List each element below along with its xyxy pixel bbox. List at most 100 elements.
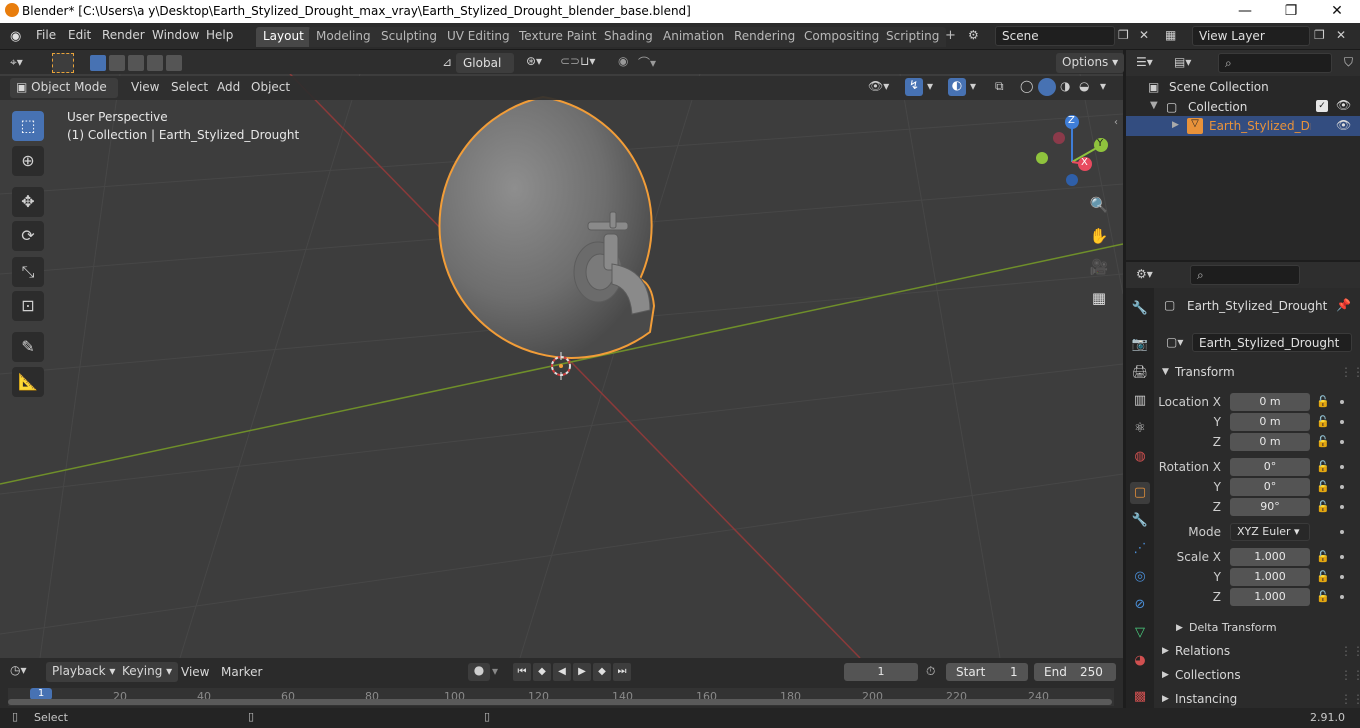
menu-window[interactable]: Window <box>152 28 199 42</box>
gizmo-z-label[interactable]: Z <box>1068 115 1075 126</box>
timeline-editor-type-icon[interactable]: ◷▾ <box>10 663 27 677</box>
cursor-tool[interactable]: ⊕ <box>12 146 44 176</box>
timeline-marker-menu[interactable]: Marker <box>221 665 262 679</box>
sidebar-toggle-icon[interactable]: ‹ <box>1114 117 1118 128</box>
outliner-editor-type-icon[interactable]: ☰▾ <box>1136 55 1153 69</box>
menu-render[interactable]: Render <box>102 28 145 42</box>
auto-keying-dropdown-icon[interactable]: ▾ <box>492 664 498 678</box>
outliner-collection[interactable]: Collection <box>1188 100 1247 114</box>
material-tab-icon[interactable]: ◕ <box>1130 650 1150 672</box>
properties-search-input[interactable]: ⌕ <box>1190 265 1300 285</box>
start-frame-field[interactable]: Start 1 <box>946 663 1028 681</box>
collection-checkbox-icon[interactable]: ✓ <box>1316 100 1328 112</box>
instancing-title[interactable]: Instancing <box>1175 692 1237 706</box>
snap-target-icon[interactable]: ⊔▾ <box>580 54 595 68</box>
xray-icon[interactable]: ⧉ <box>995 79 1004 94</box>
gizmo-y-label[interactable]: Y <box>1097 138 1103 149</box>
select-mode-invert-icon[interactable] <box>147 55 163 71</box>
camera-view-icon[interactable]: 🎥 <box>1086 254 1112 280</box>
minimize-button[interactable]: — <box>1222 0 1268 23</box>
proportional-edit-icon[interactable]: ◉ <box>618 54 628 68</box>
texture-tab-icon[interactable]: ▩ <box>1130 686 1150 708</box>
orientation-dropdown[interactable]: Global <box>456 53 514 73</box>
tab-sculpting[interactable]: Sculpting <box>374 27 445 47</box>
scale-y-keyframe-icon[interactable] <box>1340 575 1344 579</box>
scene-field[interactable]: Scene <box>995 26 1115 46</box>
menu-object[interactable]: Object <box>251 80 290 94</box>
instancing-expand-icon[interactable]: ▶ <box>1162 694 1169 704</box>
transform-panel-title[interactable]: Transform <box>1175 365 1235 379</box>
rotation-x-field[interactable]: 0° <box>1230 458 1310 476</box>
maximize-button[interactable]: ❐ <box>1268 0 1314 23</box>
select-mode-intersect-icon[interactable] <box>166 55 182 71</box>
rotation-x-lock-icon[interactable]: 🔓 <box>1316 460 1330 473</box>
preview-range-icon[interactable]: ⏱ <box>926 664 935 679</box>
timeline-view-menu[interactable]: View <box>181 665 209 679</box>
menu-view[interactable]: View <box>131 80 159 94</box>
scale-z-lock-icon[interactable]: 🔓 <box>1316 590 1330 603</box>
object-expand-icon[interactable]: ▶ <box>1172 120 1179 130</box>
ortho-grid-icon[interactable]: ▦ <box>1086 285 1112 311</box>
tab-animation[interactable]: Animation <box>656 27 732 47</box>
select-tool-icon[interactable] <box>52 53 74 73</box>
shading-solid-icon[interactable] <box>1038 78 1056 96</box>
location-z-lock-icon[interactable]: 🔓 <box>1316 435 1330 448</box>
scene-new-icon[interactable]: ❐ <box>1118 28 1129 42</box>
scale-z-field[interactable]: 1.000 <box>1230 588 1310 606</box>
object-visibility-icon[interactable]: 👁 <box>1336 118 1351 132</box>
jump-start-icon[interactable]: ⏮ <box>513 663 531 681</box>
gizmo-x-label[interactable]: X <box>1081 157 1088 168</box>
falloff-icon[interactable]: ⌒▾ <box>638 54 656 71</box>
rotation-z-keyframe-icon[interactable] <box>1340 505 1344 509</box>
location-y-keyframe-icon[interactable] <box>1340 420 1344 424</box>
outliner-search-input[interactable]: ⌕ <box>1218 53 1332 73</box>
playback-menu[interactable]: Playback ▾ <box>46 662 122 682</box>
current-frame-field[interactable]: 1 <box>844 663 918 681</box>
collections-title[interactable]: Collections <box>1175 668 1241 682</box>
gizmo-toggle-icon[interactable]: ↯ <box>905 78 923 96</box>
rotate-tool[interactable]: ⟳ <box>12 221 44 251</box>
scene-remove-icon[interactable]: ✕ <box>1139 28 1149 42</box>
measure-tool[interactable]: 📐 <box>12 367 44 397</box>
next-keyframe-icon[interactable]: ◆ <box>593 663 611 681</box>
blender-menu-icon[interactable]: ◉ <box>10 29 26 44</box>
tool-tab-icon[interactable]: 🔧 <box>1130 298 1150 320</box>
scale-x-keyframe-icon[interactable] <box>1340 555 1344 559</box>
outliner-scene-collection[interactable]: Scene Collection <box>1169 80 1269 94</box>
rotation-y-keyframe-icon[interactable] <box>1340 485 1344 489</box>
shading-rendered-icon[interactable]: ◒ <box>1079 79 1089 93</box>
delta-transform-title[interactable]: Delta Transform <box>1189 621 1277 634</box>
scale-y-field[interactable]: 1.000 <box>1230 568 1310 586</box>
rotation-z-field[interactable]: 90° <box>1230 498 1310 516</box>
scale-tool[interactable]: ⤡ <box>12 257 44 287</box>
auto-keying-icon[interactable]: ● <box>468 663 490 681</box>
delta-transform-expand-icon[interactable]: ▶ <box>1176 623 1183 633</box>
menu-add[interactable]: Add <box>217 80 240 94</box>
collections-expand-icon[interactable]: ▶ <box>1162 670 1169 680</box>
select-box-tool[interactable]: ⬚ <box>12 111 44 141</box>
outliner-filter-icon[interactable]: ⛉ <box>1344 55 1353 70</box>
jump-end-icon[interactable]: ⏭ <box>613 663 631 681</box>
visibility-icon[interactable]: 👁▾ <box>868 79 889 93</box>
add-workspace-icon[interactable]: + <box>945 28 956 43</box>
location-x-field[interactable]: 0 m <box>1230 393 1310 411</box>
overlays-dropdown-icon[interactable]: ▾ <box>970 79 976 93</box>
end-frame-field[interactable]: End 250 <box>1034 663 1116 681</box>
tab-modeling[interactable]: Modeling <box>309 27 378 47</box>
scale-x-field[interactable]: 1.000 <box>1230 548 1310 566</box>
tab-rendering[interactable]: Rendering <box>727 27 803 47</box>
output-tab-icon[interactable]: 🖨 <box>1130 362 1150 384</box>
tab-compositing[interactable]: Compositing <box>797 27 887 47</box>
menu-file[interactable]: File <box>36 28 56 42</box>
shading-wireframe-icon[interactable]: ◯ <box>1020 79 1033 93</box>
timeline-scrollbar[interactable] <box>8 699 1112 705</box>
editor-type-icon[interactable]: ⌖▾ <box>10 55 23 70</box>
outliner-object-row[interactable]: ▶ ▽ Earth_Stylized_Drought 👁 <box>1126 116 1360 136</box>
outliner-display-mode-icon[interactable]: ▤▾ <box>1174 55 1191 69</box>
collection-visibility-icon[interactable]: 👁 <box>1336 98 1351 112</box>
view-layer-new-icon[interactable]: ❐ <box>1314 28 1325 42</box>
location-x-keyframe-icon[interactable] <box>1340 400 1344 404</box>
prev-keyframe-icon[interactable]: ◆ <box>533 663 551 681</box>
gizmo-dropdown-icon[interactable]: ▾ <box>927 79 933 93</box>
collection-expand-icon[interactable]: ▼ <box>1150 100 1158 111</box>
